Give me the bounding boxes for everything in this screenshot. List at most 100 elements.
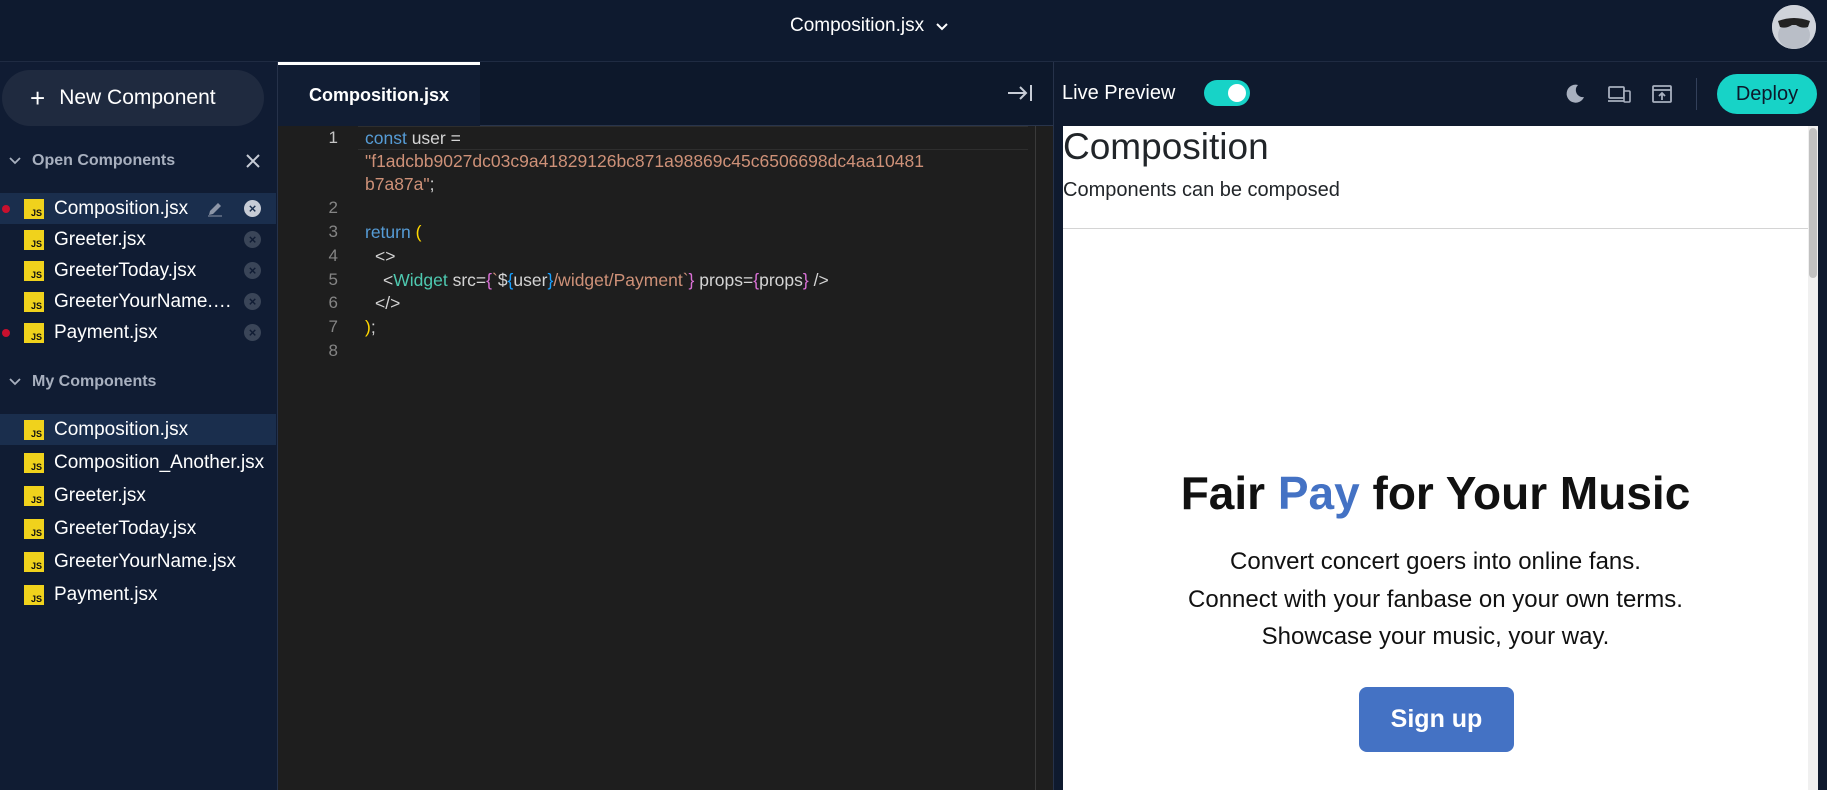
my-file-greeter-your-name[interactable]: JS GreeterYourName.jsx [0,546,276,577]
chevron-down-icon [9,378,21,386]
close-file-icon[interactable]: × [244,200,261,217]
file-name: Payment.jsx [54,583,158,605]
scrollbar-thumb[interactable] [1809,128,1817,278]
file-name: GreeterYourName.jsx [54,550,236,572]
line-number: 2 [328,198,338,217]
close-icon[interactable] [242,150,264,172]
my-components-label: My Components [32,373,157,390]
code-token: return [365,222,411,242]
avatar[interactable] [1772,5,1816,49]
hero-heading: Fair Pay for Your Music [1063,466,1808,520]
close-file-icon[interactable]: × [244,262,261,279]
code-line-7: ); [365,317,376,338]
file-name: GreeterToday.jsx [54,259,197,281]
open-components-label: Open Components [32,152,176,169]
close-file-icon[interactable]: × [244,231,261,248]
code-token: $ [497,270,508,290]
line-number: 8 [328,341,338,360]
code-token: src= [447,270,487,290]
chevron-down-icon [936,23,948,31]
file-name: Greeter.jsx [54,228,146,250]
my-file-composition[interactable]: JS Composition.jsx [0,414,276,445]
open-file-greeter-your-name[interactable]: JS GreeterYourName.jsx × [0,286,276,317]
preview-toolbar: Live Preview Deploy [1054,62,1827,126]
code-token: /> [808,270,829,290]
code-line-1-wrap: "f1adcbb9027dc03c9a41829126bc871a98869c4… [365,151,924,172]
collapse-panel-icon[interactable] [1006,82,1034,104]
sign-up-button[interactable]: Sign up [1359,687,1514,752]
file-name: GreeterYourName.jsx [54,290,234,312]
file-name: Greeter.jsx [54,484,146,506]
code-token: props= [694,270,754,290]
close-file-icon[interactable]: × [244,324,261,341]
my-file-payment[interactable]: JS Payment.jsx [0,579,276,610]
moon-icon[interactable] [1563,82,1587,106]
pencil-icon[interactable] [207,201,223,217]
js-file-icon: JS [24,260,44,281]
code-token: user [513,270,548,290]
code-token: "f1adcbb9027dc03c9a41829126bc871a98869c4… [365,151,924,171]
code-token: </> [375,293,401,313]
js-file-icon: JS [24,229,44,250]
code-token: ; [370,317,376,337]
open-file-greeter[interactable]: JS Greeter.jsx × [0,224,276,255]
editor-ruler [1035,126,1036,790]
code-token: b7a87a" [365,174,430,194]
js-file-icon: JS [24,291,44,312]
new-component-label: New Component [59,86,216,109]
preview-canvas: Composition Components can be composed F… [1063,126,1818,790]
code-token: < [383,270,394,290]
live-preview-label: Live Preview [1062,82,1176,104]
code-token: <> [375,246,396,266]
deploy-button[interactable]: Deploy [1717,74,1817,114]
js-file-icon: JS [24,419,44,440]
code-token: user = [406,128,461,148]
hero-line: Connect with your fanbase on your own te… [1188,586,1683,613]
my-file-composition-another[interactable]: JS Composition_Another.jsx [0,447,276,478]
open-file-greeter-today[interactable]: JS GreeterToday.jsx × [0,255,276,286]
new-component-button[interactable]: + New Component [2,70,264,126]
live-preview-toggle[interactable] [1204,80,1250,106]
code-line-1: const user = [365,128,461,149]
tab-composition[interactable]: Composition.jsx [278,62,480,126]
code-editor-pane: Composition.jsx 1 2 3 4 5 6 7 8 const us… [278,62,1053,790]
file-title: Composition.jsx [790,15,925,36]
preview-scrollbar[interactable] [1808,126,1818,790]
code-line-3: return ( [365,222,421,243]
code-line-1-wrap: b7a87a"; [365,174,434,195]
file-name: Composition.jsx [54,418,189,440]
open-external-icon[interactable] [1650,82,1674,106]
file-name: GreeterToday.jsx [54,517,197,539]
file-name: Composition_Another.jsx [54,451,265,473]
js-file-icon: JS [24,198,44,219]
file-title-dropdown[interactable]: Composition.jsx [790,15,950,37]
line-number: 7 [328,317,338,336]
js-file-icon: JS [24,485,44,506]
open-file-composition[interactable]: JS Composition.jsx × [0,193,276,224]
code-token: ; [429,174,435,194]
close-file-icon[interactable]: × [244,293,261,310]
devices-icon[interactable] [1607,82,1631,106]
avatar-image [1772,5,1816,49]
hero-highlight: Pay [1277,467,1360,519]
code-token: Widget [393,270,448,290]
code-token: props [759,270,803,290]
line-number: 5 [328,270,338,289]
line-number: 6 [328,293,338,312]
my-components-header[interactable]: My Components [0,367,278,397]
code-token: ( [415,222,422,242]
open-file-payment[interactable]: JS Payment.jsx × [0,317,276,348]
file-name: Composition.jsx [54,197,189,219]
hero-line: Convert concert goers into online fans. [1230,548,1641,575]
plus-icon: + [30,83,46,113]
js-file-icon: JS [24,584,44,605]
code-area[interactable]: 1 2 3 4 5 6 7 8 const user = "f1adcbb902… [278,126,1053,790]
file-name: Payment.jsx [54,321,158,343]
my-file-greeter[interactable]: JS Greeter.jsx [0,480,276,511]
hero-text: for Your Music [1359,467,1691,519]
top-bar: Composition.jsx [0,0,1827,62]
my-file-greeter-today[interactable]: JS GreeterToday.jsx [0,513,276,544]
js-file-icon: JS [24,518,44,539]
chevron-down-icon [9,157,21,165]
open-components-header[interactable]: Open Components [0,146,278,176]
